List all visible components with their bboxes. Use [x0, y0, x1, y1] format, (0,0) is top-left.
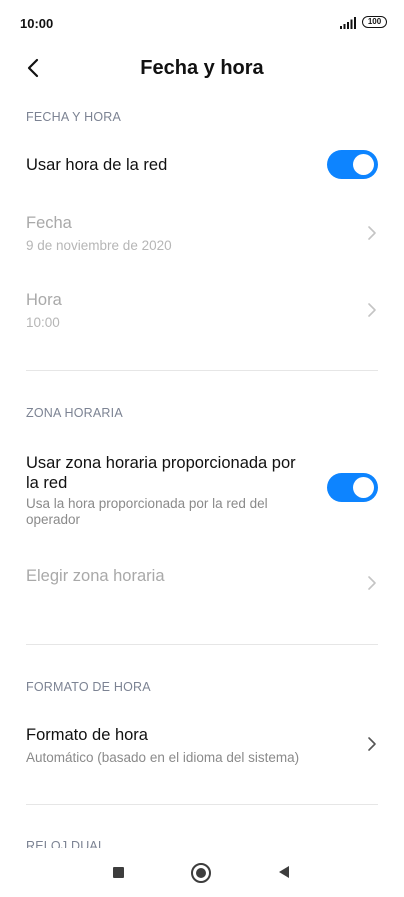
chevron-right-icon: [368, 303, 376, 317]
time-value: 10:00: [26, 315, 60, 330]
divider: [26, 804, 378, 805]
network-zone-desc-line2: operador: [26, 512, 81, 527]
network-zone-desc-line1: Usa la hora proporcionada por la red del: [26, 496, 268, 511]
circle-home-icon[interactable]: [191, 863, 211, 883]
date-row[interactable]: Fecha 9 de noviembre de 2020: [0, 208, 404, 258]
chevron-right-icon: [368, 737, 376, 751]
navigation-bar: [0, 848, 404, 897]
section-header-time-format: FORMATO DE HORA: [26, 680, 151, 694]
choose-zone-label: Elegir zona horaria: [26, 567, 165, 585]
battery-icon: 100: [362, 16, 387, 28]
chevron-right-icon: [368, 226, 376, 240]
network-zone-row[interactable]: Usar zona horaria proporcionada por la r…: [0, 448, 404, 532]
screen: 10:00 100 Fecha y hora FECHA Y HORA Usar…: [0, 0, 404, 897]
time-format-value: Automático (basado en el idioma del sist…: [26, 750, 300, 765]
section-header-date-time: FECHA Y HORA: [26, 110, 122, 124]
page-title: Fecha y hora: [140, 57, 264, 79]
chevron-right-icon: [368, 576, 376, 590]
time-row[interactable]: Hora 10:00: [0, 285, 404, 335]
battery-level: 100: [367, 17, 382, 26]
date-value: 9 de noviembre de 2020: [26, 238, 172, 253]
network-time-row[interactable]: Usar hora de la red: [0, 145, 404, 185]
divider: [26, 644, 378, 645]
network-time-toggle[interactable]: [327, 150, 378, 179]
choose-zone-row[interactable]: Elegir zona horaria: [0, 562, 404, 602]
time-label: Hora: [26, 291, 62, 309]
network-zone-label-line2: la red: [26, 474, 68, 492]
home-dot: [196, 868, 206, 878]
divider: [26, 370, 378, 371]
network-time-label: Usar hora de la red: [26, 156, 168, 174]
section-header-time-zone: ZONA HORARIA: [26, 406, 123, 420]
triangle-back-icon[interactable]: [278, 865, 290, 879]
network-zone-label-line1: Usar zona horaria proporcionada por: [26, 454, 296, 472]
toggle-knob: [353, 477, 374, 498]
network-zone-toggle[interactable]: [327, 473, 378, 502]
signal-bars-icon: [340, 17, 356, 29]
date-label: Fecha: [26, 214, 72, 232]
status-bar: 10:00 100: [0, 0, 404, 44]
toggle-knob: [353, 154, 374, 175]
square-icon[interactable]: [113, 867, 124, 878]
time-format-label: Formato de hora: [26, 726, 148, 744]
time-format-row[interactable]: Formato de hora Automático (basado en el…: [0, 722, 404, 772]
header: Fecha y hora: [0, 44, 404, 94]
status-time: 10:00: [20, 16, 54, 31]
